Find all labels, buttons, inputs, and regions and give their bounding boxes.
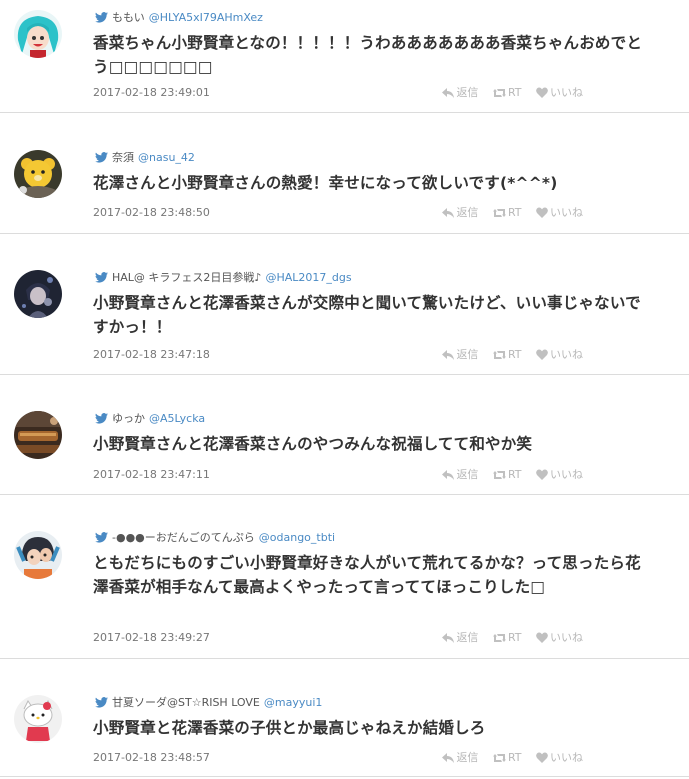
retweet-icon bbox=[492, 634, 506, 642]
heart-icon bbox=[536, 87, 548, 98]
tweet-card: ももい @HLYA5xI79AHmXez 香菜ちゃん小野賢章となの！！！！！うわあ… bbox=[0, 0, 689, 113]
tweet-text: ともだちにものすごい小野賢章好きな人がいて荒れてるかな？って思ったら花澤香菜が相… bbox=[93, 554, 641, 596]
dark-character-avatar bbox=[14, 270, 62, 318]
tweet-timestamp[interactable]: 2017-02-18 23:48:57 bbox=[93, 751, 210, 765]
tweet-text: 小野賢章さんと花澤香菜さんが交際中と聞いて驚いたけど、いい事じゃないですかっ！！ bbox=[93, 294, 641, 336]
author-name[interactable]: -●●●ーおだんごのてんぷら bbox=[112, 531, 255, 544]
avatar[interactable] bbox=[14, 270, 62, 318]
author-handle[interactable]: @HAL2017_dgs bbox=[265, 271, 351, 284]
reply-icon bbox=[442, 350, 455, 360]
reply-button[interactable]: 返信 bbox=[442, 86, 478, 100]
like-button[interactable]: いいね bbox=[536, 631, 583, 645]
tweet-card: 甘夏ソーダ@ST☆RISH LOVE @mayyui1 小野賢章と花澤香菜の子供と… bbox=[0, 659, 689, 777]
twitter-bird-icon bbox=[95, 272, 108, 283]
like-button[interactable]: いいね bbox=[536, 348, 583, 362]
author-name[interactable]: 奈須 bbox=[112, 151, 134, 164]
twitter-bird-icon bbox=[95, 152, 108, 163]
reply-icon bbox=[442, 470, 455, 480]
retweet-button[interactable]: RT bbox=[492, 348, 522, 362]
retweet-button[interactable]: RT bbox=[492, 751, 522, 765]
twitter-bird-icon bbox=[95, 697, 108, 708]
avatar[interactable] bbox=[14, 531, 62, 579]
twitter-bird-icon bbox=[95, 532, 108, 543]
tweet-timestamp[interactable]: 2017-02-18 23:49:27 bbox=[93, 631, 210, 645]
tweet-timestamp[interactable]: 2017-02-18 23:47:18 bbox=[93, 348, 210, 362]
tweet-timestamp[interactable]: 2017-02-18 23:48:50 bbox=[93, 206, 210, 220]
author-handle[interactable]: @mayyui1 bbox=[264, 696, 323, 709]
author-handle[interactable]: @A5Lycka bbox=[149, 412, 205, 425]
heart-icon bbox=[536, 207, 548, 218]
reply-button[interactable]: 返信 bbox=[442, 631, 478, 645]
tweet-timestamp[interactable]: 2017-02-18 23:47:11 bbox=[93, 468, 210, 482]
avatar[interactable] bbox=[14, 10, 62, 58]
tweet-timestamp[interactable]: 2017-02-18 23:49:01 bbox=[93, 86, 210, 100]
tweet-text: 花澤さんと小野賢章さんの熱愛！幸せになって欲しいです(*^^*) bbox=[93, 174, 558, 192]
food-photo-avatar bbox=[14, 411, 62, 459]
reply-button[interactable]: 返信 bbox=[442, 206, 478, 220]
reply-icon bbox=[442, 208, 455, 218]
retweet-button[interactable]: RT bbox=[492, 86, 522, 100]
avatar[interactable] bbox=[14, 411, 62, 459]
like-button[interactable]: いいね bbox=[536, 468, 583, 482]
tweet-card: HAL@ キラフェス2日目参戦♪ @HAL2017_dgs 小野賢章さんと花澤香菜… bbox=[0, 234, 689, 375]
author-handle[interactable]: @odango_tbti bbox=[259, 531, 335, 544]
retweet-icon bbox=[492, 754, 506, 762]
tweet-card: 奈須 @nasu_42 花澤さんと小野賢章さんの熱愛！幸せになって欲しいです(*^… bbox=[0, 113, 689, 234]
avatar[interactable] bbox=[14, 695, 62, 743]
retweet-button[interactable]: RT bbox=[492, 206, 522, 220]
plush-bear-avatar bbox=[14, 150, 62, 198]
anime-girl-cyan-hair-avatar bbox=[14, 10, 62, 58]
like-button[interactable]: いいね bbox=[536, 206, 583, 220]
reply-button[interactable]: 返信 bbox=[442, 751, 478, 765]
retweet-icon bbox=[492, 471, 506, 479]
author-handle[interactable]: @HLYA5xI79AHmXez bbox=[149, 11, 263, 24]
reply-icon bbox=[442, 88, 455, 98]
reply-button[interactable]: 返信 bbox=[442, 468, 478, 482]
like-button[interactable]: いいね bbox=[536, 86, 583, 100]
heart-icon bbox=[536, 469, 548, 480]
heart-icon bbox=[536, 349, 548, 360]
retweet-button[interactable]: RT bbox=[492, 631, 522, 645]
author-name[interactable]: 甘夏ソーダ@ST☆RISH LOVE bbox=[112, 696, 260, 709]
twitter-bird-icon bbox=[95, 12, 108, 23]
tweet-card: ゆっか @A5Lycka 小野賢章さんと花澤香菜さんのやつみんな祝福してて和やか笑… bbox=[0, 375, 689, 495]
tweet-card: -●●●ーおだんごのてんぷら @odango_tbti ともだちにものすごい小野賢… bbox=[0, 495, 689, 659]
author-name[interactable]: HAL@ キラフェス2日目参戦♪ bbox=[112, 271, 261, 284]
author-name[interactable]: ももい bbox=[112, 11, 145, 24]
reply-button[interactable]: 返信 bbox=[442, 348, 478, 362]
tweet-text: 小野賢章と花澤香菜の子供とか最高じゃねえか結婚しろ bbox=[93, 719, 486, 737]
retweet-button[interactable]: RT bbox=[492, 468, 522, 482]
heart-icon bbox=[536, 632, 548, 643]
heart-icon bbox=[536, 752, 548, 763]
author-name[interactable]: ゆっか bbox=[112, 412, 145, 425]
avatar[interactable] bbox=[14, 150, 62, 198]
twitter-bird-icon bbox=[95, 413, 108, 424]
author-handle[interactable]: @nasu_42 bbox=[138, 151, 195, 164]
tweet-feed: ももい @HLYA5xI79AHmXez 香菜ちゃん小野賢章となの！！！！！うわあ… bbox=[0, 0, 689, 777]
reply-icon bbox=[442, 753, 455, 763]
like-button[interactable]: いいね bbox=[536, 751, 583, 765]
tweet-text: 香菜ちゃん小野賢章となの！！！！！うわあああああああ香菜ちゃんおめでとう□□□□… bbox=[93, 34, 643, 76]
splatoon-squid-avatar bbox=[14, 531, 62, 579]
reply-icon bbox=[442, 633, 455, 643]
retweet-icon bbox=[492, 89, 506, 97]
tweet-text: 小野賢章さんと花澤香菜さんのやつみんな祝福してて和やか笑 bbox=[93, 435, 533, 453]
retweet-icon bbox=[492, 209, 506, 217]
hello-kitty-avatar bbox=[14, 695, 62, 743]
retweet-icon bbox=[492, 351, 506, 359]
